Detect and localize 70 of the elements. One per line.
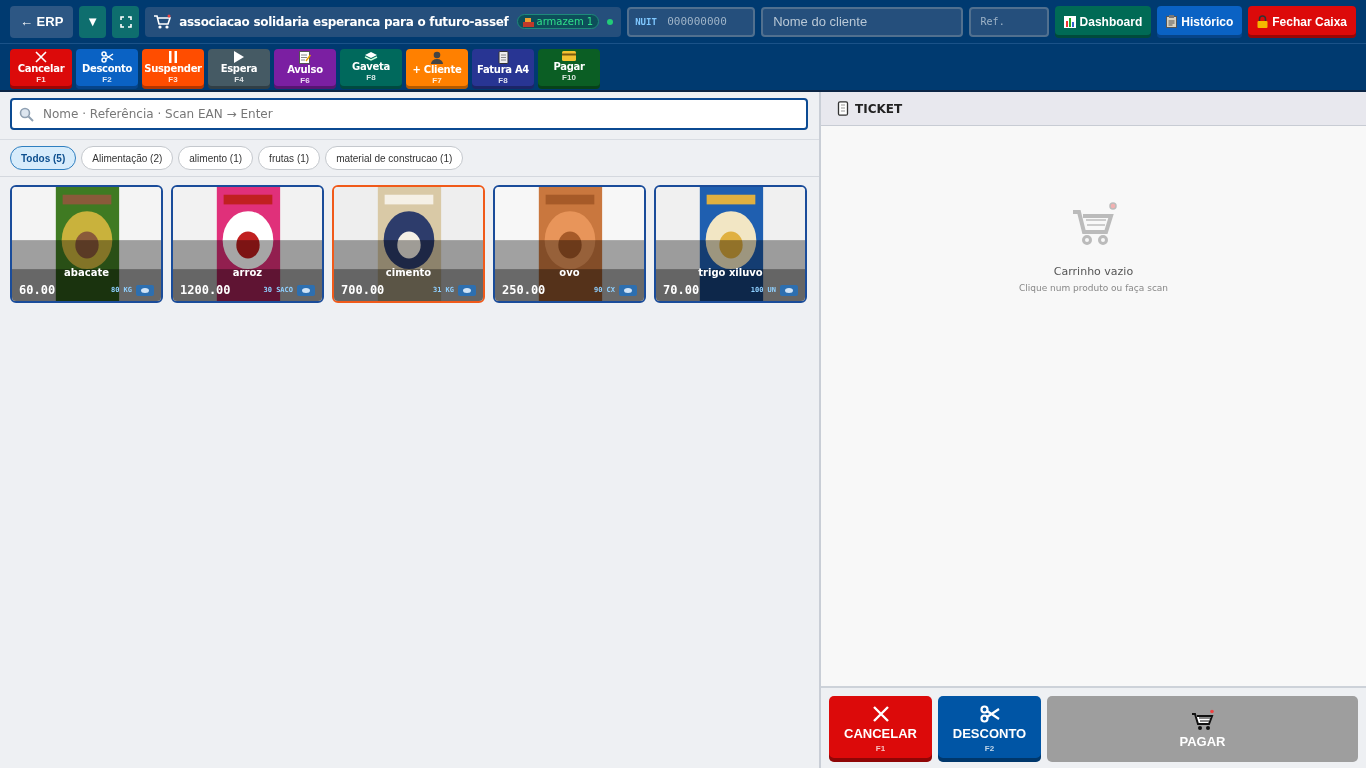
nuit-label: NUIT (635, 16, 657, 27)
action-button[interactable]: Gaveta F8 (340, 49, 402, 89)
header-button[interactable]: Fechar Caixa (1248, 5, 1356, 38)
ticket-title: TICKET (855, 101, 903, 116)
product-price: 1200.00 (180, 283, 232, 297)
eye-icon (141, 287, 149, 293)
warehouse-icon (522, 16, 534, 27)
cart-icon (1070, 202, 1117, 246)
eye-icon (624, 287, 632, 293)
product-name: cimento (384, 267, 433, 278)
clipboard-icon (1166, 15, 1178, 28)
action-button[interactable]: Avulso F6 (274, 49, 336, 89)
scissors-icon (979, 705, 1000, 723)
category-filter[interactable]: alimento (1) (178, 146, 254, 170)
view-button[interactable] (136, 284, 154, 296)
footer-button[interactable]: CANCELAR F1 (829, 696, 932, 762)
action-button[interactable]: Pagar F10 (538, 49, 600, 89)
category-filter[interactable]: frutas (1) (258, 146, 321, 170)
empty-cart-hint: Clique num produto ou faça scan (1018, 283, 1169, 293)
product-name: arroz (231, 267, 264, 278)
receipt-icon (837, 101, 849, 116)
product-name: abacate (63, 267, 110, 278)
view-button[interactable] (619, 284, 637, 296)
lock-icon (1257, 15, 1269, 28)
fullscreen-button[interactable] (112, 5, 140, 38)
product-name: trigo xiluvo (697, 267, 764, 278)
eye-icon (463, 287, 471, 293)
action-button[interactable]: Fatura A4 F8 (472, 49, 534, 89)
category-filter[interactable]: material de construcao (1) (325, 146, 464, 170)
action-button[interactable]: Cancelar F1 (10, 49, 72, 89)
product-price: 250.00 (502, 283, 547, 297)
product-price: 60.00 (19, 283, 57, 297)
product-price: 70.00 (663, 283, 701, 297)
search-field[interactable]: Nome · Referência · Scan EAN → Enter (10, 98, 808, 130)
fullscreen-icon (119, 15, 132, 28)
pause-icon (168, 51, 178, 63)
credit-card-icon (562, 51, 576, 61)
eye-icon (302, 287, 310, 293)
person-icon (431, 51, 443, 64)
header-button[interactable]: Dashboard (1054, 5, 1152, 38)
search-icon (19, 107, 34, 122)
bar-chart-icon (1063, 15, 1076, 28)
play-icon (234, 51, 244, 63)
view-button[interactable] (458, 284, 476, 296)
action-button[interactable]: Espera F4 (208, 49, 270, 89)
eye-icon (785, 287, 793, 293)
footer-button[interactable]: DESCONTO F2 (938, 696, 1041, 762)
warehouse-name: armazem 1 (536, 16, 594, 27)
cart-icon (1190, 709, 1215, 731)
product-price: 700.00 (341, 283, 386, 297)
note-icon (299, 51, 311, 64)
cart-icon (153, 13, 172, 30)
tray-icon (364, 51, 378, 61)
customer-name-field[interactable]: Nome do cliente (761, 6, 963, 37)
view-button[interactable] (297, 284, 315, 296)
scissors-icon (100, 51, 114, 63)
store-name: associacao solidaria esperanca para o futuro-assef (179, 14, 509, 29)
header-button[interactable]: Histórico (1157, 5, 1243, 38)
dropdown-button[interactable]: ▼ (79, 5, 107, 38)
view-button[interactable] (780, 284, 798, 296)
category-filter[interactable]: Alimentação (2) (81, 146, 174, 170)
close-icon (35, 51, 47, 63)
close-icon (871, 705, 890, 723)
document-icon (497, 51, 509, 64)
erp-back-button[interactable]: ← ERP (10, 5, 74, 38)
category-filter[interactable]: Todos (5) (10, 146, 77, 170)
empty-cart-title: Carrinho vazio (1053, 265, 1134, 278)
product-name: ovo (558, 267, 581, 278)
reference-field[interactable]: Ref. (968, 6, 1049, 37)
action-button[interactable]: Desconto F2 (76, 49, 138, 89)
